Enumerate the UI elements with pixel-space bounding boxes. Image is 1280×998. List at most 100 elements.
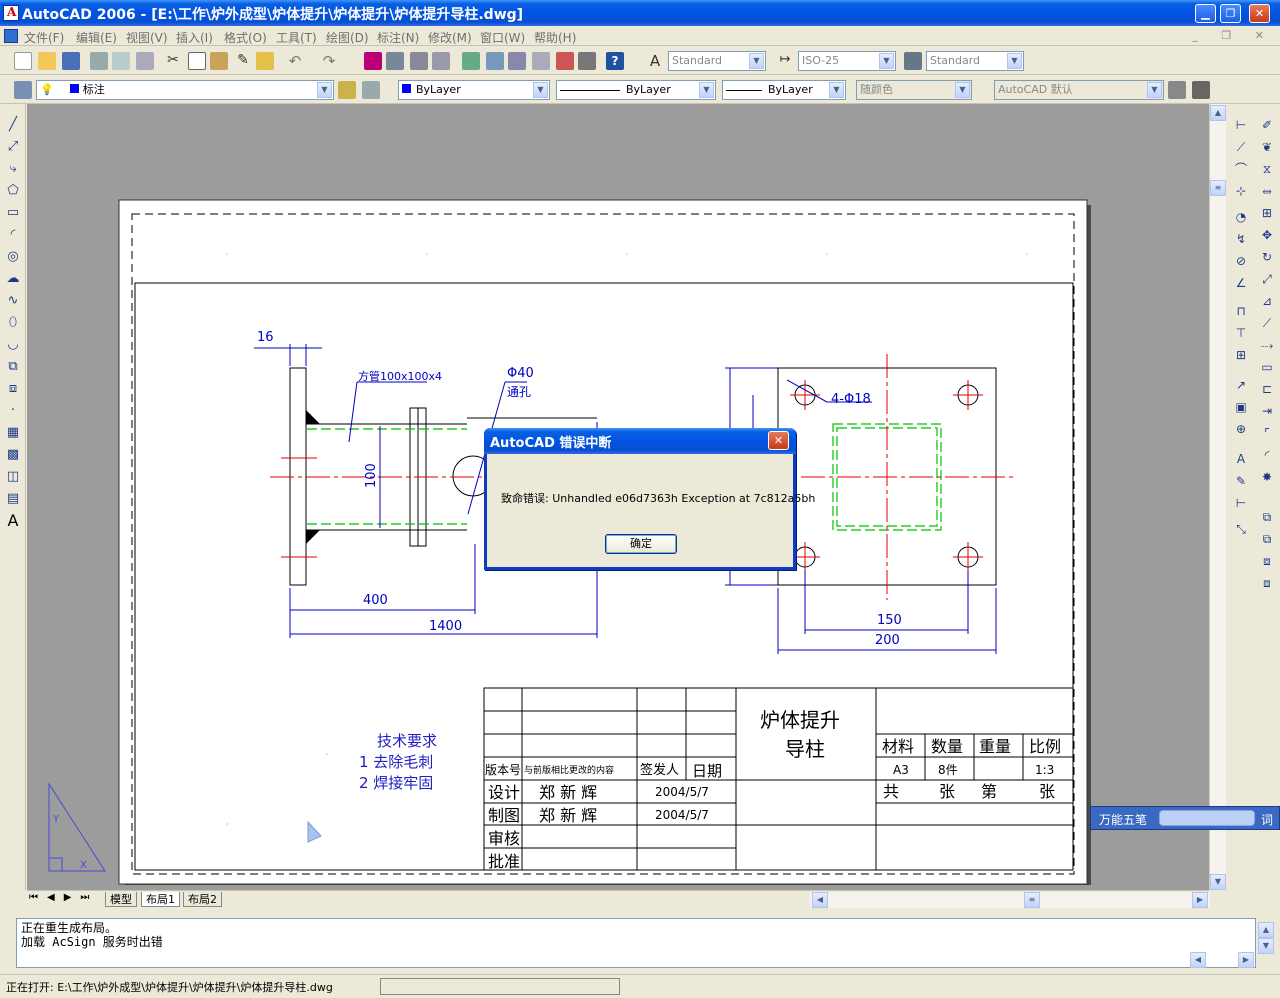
line-icon[interactable]: ╱ — [4, 116, 22, 134]
cmd-scroll-down[interactable]: ▼ — [1258, 938, 1274, 954]
dialog-close-button[interactable]: ✕ — [768, 431, 789, 450]
cut-icon[interactable]: ✂ — [164, 52, 182, 70]
copy-icon[interactable] — [188, 52, 206, 70]
dim-style-icon[interactable]: ↦ — [776, 52, 794, 70]
ime-toolbar[interactable]: 万能五笔 词 — [1090, 806, 1280, 830]
menu-tools[interactable]: 工具(T) — [276, 29, 317, 46]
block-editor-icon[interactable] — [256, 52, 274, 70]
circle-icon[interactable]: ◎ — [4, 248, 22, 266]
tab-model[interactable]: 模型 — [105, 892, 137, 907]
menu-edit[interactable]: 编辑(E) — [76, 29, 117, 46]
tool-palettes-icon[interactable] — [508, 52, 526, 70]
scroll-down-button[interactable]: ▼ — [1210, 874, 1226, 890]
leader-icon[interactable]: ↗ — [1232, 376, 1250, 394]
pan-icon[interactable] — [364, 52, 382, 70]
array-icon[interactable]: ⊞ — [1258, 204, 1276, 222]
table-style-select[interactable]: Standard ▼ — [926, 51, 1024, 71]
arc-length-icon[interactable]: ⌒ — [1232, 160, 1250, 178]
cmd-scroll-right[interactable]: ▶ — [1238, 952, 1254, 968]
quick-dim-icon[interactable]: ⊓ — [1232, 302, 1250, 320]
tab-layout2[interactable]: 布局2 — [183, 892, 222, 907]
move-icon[interactable]: ✥ — [1258, 226, 1276, 244]
menu-format[interactable]: 格式(O) — [224, 29, 267, 46]
workspace-settings-icon[interactable] — [1168, 81, 1186, 99]
vertical-scroll-thumb[interactable]: ≡ — [1210, 180, 1226, 196]
menu-help[interactable]: 帮助(H) — [534, 29, 576, 46]
baseline-dim-icon[interactable]: ⊤ — [1232, 324, 1250, 342]
ordinate-dim-icon[interactable]: ⊹ — [1232, 182, 1250, 200]
make-block-icon[interactable]: ⧈ — [4, 380, 22, 398]
aligned-dim-icon[interactable]: ⟋ — [1232, 138, 1250, 156]
tab-nav-buttons[interactable]: ⏮◀▶⏭ — [29, 892, 98, 903]
sheet-set-icon[interactable] — [532, 52, 550, 70]
command-history[interactable]: 正在重生成布局。 加载 AcSign 服务时出错 — [16, 918, 1256, 968]
hatch-icon[interactable]: ▦ — [4, 424, 22, 442]
tolerance-icon[interactable]: ▣ — [1232, 398, 1250, 416]
rectangle-icon[interactable]: ▭ — [4, 204, 22, 222]
cmd-scroll-up[interactable]: ▲ — [1258, 922, 1274, 938]
angular-dim-icon[interactable]: ∠ — [1232, 274, 1250, 292]
autocad-app-icon[interactable] — [3, 5, 19, 21]
chamfer-icon[interactable]: ⇥ — [1258, 402, 1276, 420]
draworder-icon[interactable]: ⧉ — [1258, 508, 1276, 526]
multiline-text-icon[interactable]: A — [4, 512, 22, 530]
polygon-icon[interactable]: ⬠ — [4, 182, 22, 200]
spline-icon[interactable]: ∿ — [4, 292, 22, 310]
menu-file[interactable]: 文件(F) — [24, 29, 64, 46]
workspace-select[interactable]: AutoCAD 默认 ▼ — [994, 80, 1164, 100]
print-icon[interactable] — [90, 52, 108, 70]
layer-manager-icon[interactable] — [14, 81, 32, 99]
dim-style-manager-icon[interactable]: ⤡ — [1232, 520, 1250, 538]
scale-icon[interactable]: ⤢ — [1258, 270, 1276, 288]
menu-view[interactable]: 视图(V) — [126, 29, 168, 46]
tab-layout1[interactable]: 布局1 — [141, 892, 180, 907]
send-back-icon[interactable]: ⧈ — [1258, 552, 1276, 570]
fillet-icon[interactable]: ⌜ — [1258, 424, 1276, 442]
close-button[interactable]: ✕ — [1249, 4, 1270, 23]
ime-input-box[interactable] — [1159, 810, 1255, 826]
menu-insert[interactable]: 插入(I) — [176, 29, 213, 46]
erase-icon[interactable]: ✐ — [1258, 116, 1276, 134]
new-icon[interactable] — [14, 52, 32, 70]
stretch-icon[interactable]: ⊿ — [1258, 292, 1276, 310]
zoom-window-icon[interactable] — [410, 52, 428, 70]
dim-style-select[interactable]: ISO-25 ▼ — [798, 51, 896, 71]
save-icon[interactable] — [62, 52, 80, 70]
lineweight-select[interactable]: ByLayer ▼ — [722, 80, 846, 100]
linetype-select[interactable]: ByLayer ▼ — [556, 80, 716, 100]
dim-update-icon[interactable]: ⊢ — [1232, 494, 1250, 512]
open-icon[interactable] — [38, 52, 56, 70]
revision-cloud-icon[interactable]: ☁ — [4, 270, 22, 288]
bring-front-icon[interactable]: ⧉ — [1258, 530, 1276, 548]
join-icon[interactable]: ⊏ — [1258, 380, 1276, 398]
menu-window[interactable]: 窗口(W) — [480, 29, 525, 46]
workspace-save-icon[interactable] — [1192, 81, 1210, 99]
markup-icon[interactable] — [556, 52, 574, 70]
bring-above-icon[interactable]: ⧈ — [1258, 574, 1276, 592]
horizontal-scroll-thumb[interactable]: ≡ — [1024, 892, 1040, 908]
plot-style-select[interactable]: 随颜色 ▼ — [856, 80, 972, 100]
jogged-dim-icon[interactable]: ↯ — [1232, 230, 1250, 248]
table-icon[interactable]: ▤ — [4, 490, 22, 508]
menu-draw[interactable]: 绘图(D) — [326, 29, 369, 46]
cmd-scroll-left[interactable]: ◀ — [1190, 952, 1206, 968]
zoom-realtime-icon[interactable] — [386, 52, 404, 70]
color-select[interactable]: ByLayer ▼ — [398, 80, 550, 100]
match-properties-icon[interactable]: ✎ — [234, 52, 252, 70]
insert-block-icon[interactable]: ⧉ — [4, 358, 22, 376]
mirror-icon[interactable]: ⧖ — [1258, 160, 1276, 178]
horizontal-scrollbar[interactable]: ◀ ≡ ▶ — [810, 892, 1210, 908]
design-center-icon[interactable] — [486, 52, 504, 70]
paste-icon[interactable] — [210, 52, 228, 70]
scroll-left-button[interactable]: ◀ — [812, 892, 828, 908]
linear-dim-icon[interactable]: ⊢ — [1232, 116, 1250, 134]
diameter-dim-icon[interactable]: ⊘ — [1232, 252, 1250, 270]
make-current-layer-icon[interactable] — [338, 81, 356, 99]
publish-icon[interactable] — [136, 52, 154, 70]
plot-preview-icon[interactable] — [112, 52, 130, 70]
undo-icon[interactable]: ↶ — [286, 52, 304, 70]
region-icon[interactable]: ◫ — [4, 468, 22, 486]
properties-icon[interactable] — [462, 52, 480, 70]
text-style-select[interactable]: Standard ▼ — [668, 51, 766, 71]
construction-line-icon[interactable]: ⤢ — [4, 138, 22, 156]
